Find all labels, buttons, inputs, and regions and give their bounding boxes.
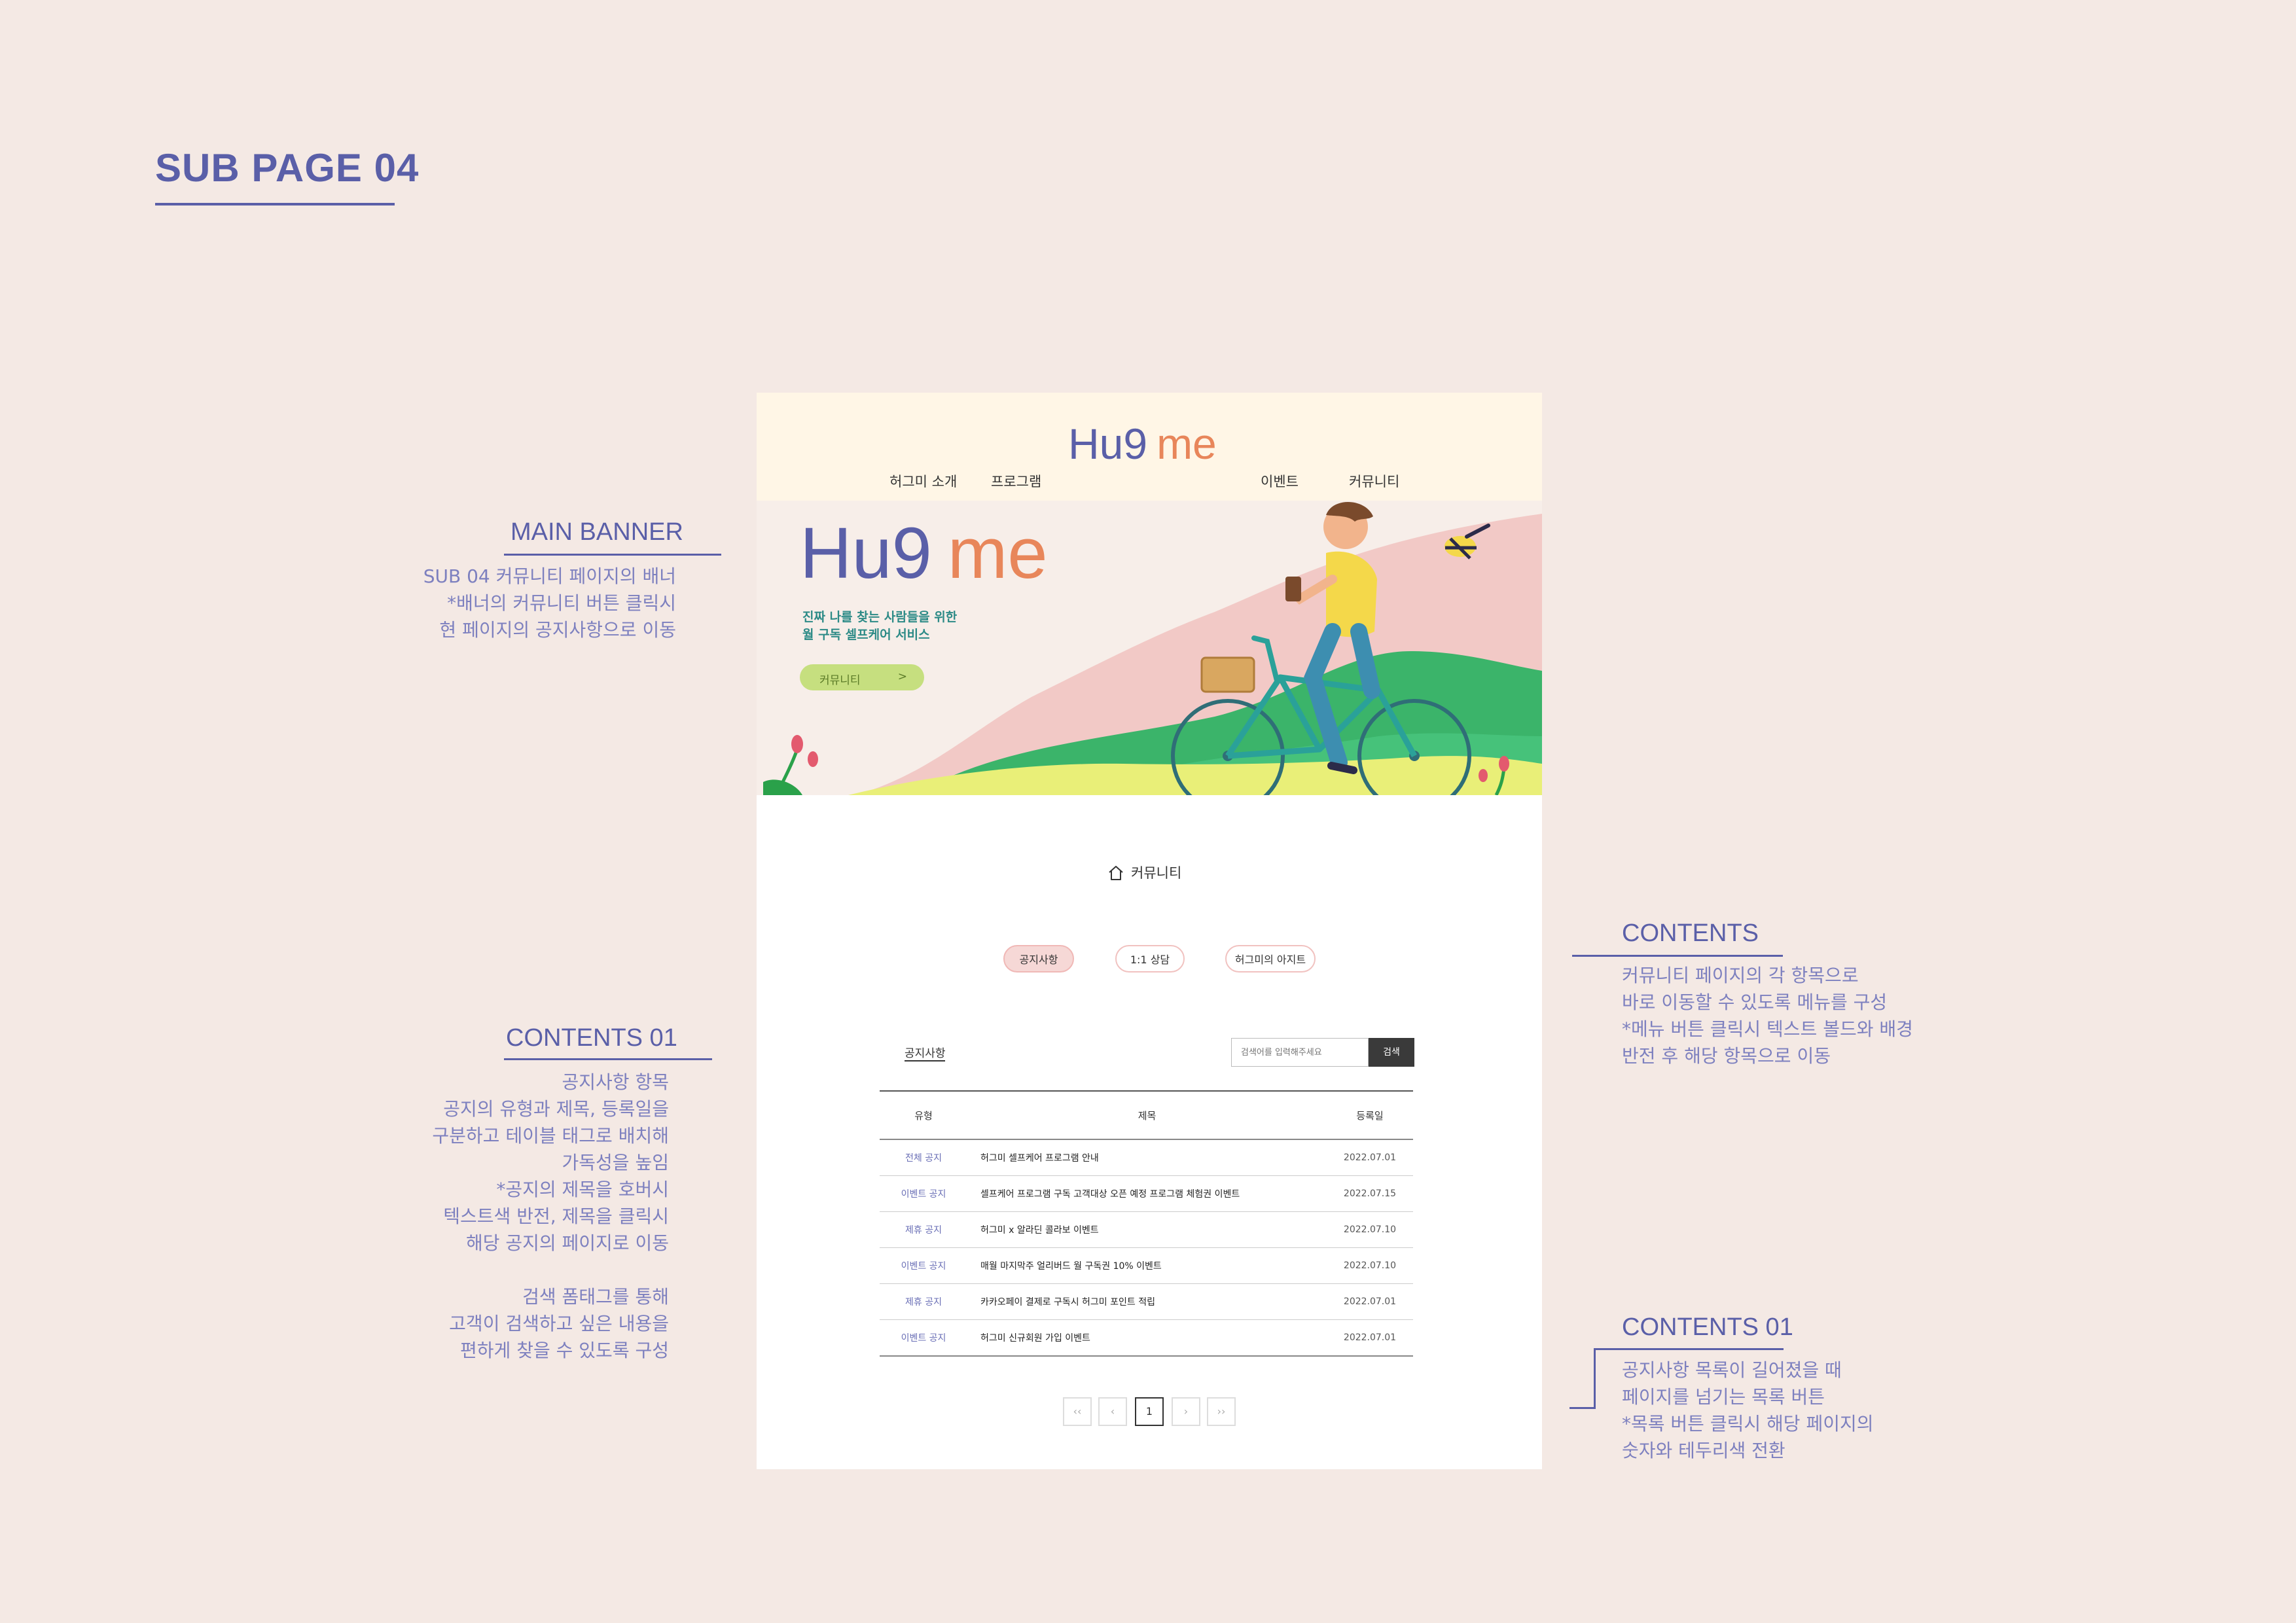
notice-title-link[interactable]: 매월 마지막주 얼리버드 월 구독권 10% 이벤트 [967, 1247, 1327, 1284]
notice-title-link[interactable]: 허그미 x 알라딘 콜라보 이벤트 [967, 1211, 1327, 1248]
table-row[interactable]: 전체 공지 허그미 셀프케어 프로그램 안내 2022.07.01 [880, 1139, 1413, 1176]
website-mockup: Hu9 me 허그미 소개 프로그램 이벤트 커뮤니티 Hu9 me 진짜 나를… [757, 393, 1542, 1469]
breadcrumb: 커뮤니티 [1107, 863, 1181, 882]
notice-title-link[interactable]: 셀프케어 프로그램 구독 고객대상 오픈 예정 프로그램 체험권 이벤트 [967, 1175, 1327, 1212]
notice-type: 전체 공지 [880, 1139, 967, 1176]
site-logo[interactable]: Hu9 me [1068, 418, 1217, 471]
nav-item-event[interactable]: 이벤트 [1261, 471, 1299, 491]
search-input[interactable] [1231, 1038, 1369, 1067]
annotation-line [504, 554, 721, 556]
search-button[interactable]: 검색 [1369, 1038, 1414, 1067]
table-row[interactable]: 이벤트 공지 매월 마지막주 얼리버드 월 구독권 10% 이벤트 2022.0… [880, 1247, 1413, 1284]
nav-item-about[interactable]: 허그미 소개 [889, 471, 957, 491]
pagination-prev-button[interactable]: ‹ [1098, 1397, 1127, 1426]
page-title: SUB PAGE 04 [155, 146, 420, 190]
banner-community-button[interactable]: 커뮤니티 > [800, 664, 924, 690]
annotation-contents-pager-body: 공지사항 목록이 길어졌을 때 페이지를 넘기는 목록 버튼 *목록 버튼 클릭… [1622, 1359, 1874, 1461]
notice-type: 제휴 공지 [880, 1283, 967, 1320]
annotation-line [504, 1058, 712, 1060]
column-header-date: 등록일 [1327, 1090, 1413, 1140]
section-title-underline [905, 1060, 945, 1061]
table-header-row: 유형 제목 등록일 [880, 1090, 1413, 1140]
title-underline [155, 203, 395, 205]
annotation-line [1570, 1407, 1596, 1409]
tab-consult[interactable]: 1:1 상담 [1115, 945, 1185, 972]
annotation-bracket [1594, 1348, 1596, 1409]
annotation-main-banner-title: MAIN BANNER [511, 518, 683, 546]
tab-notice[interactable]: 공지사항 [1003, 945, 1074, 972]
annotation-contents-pager-title: CONTENTS 01 [1622, 1313, 1793, 1341]
tab-agit[interactable]: 허그미의 아지트 [1225, 945, 1316, 972]
notice-type: 이벤트 공지 [880, 1247, 967, 1284]
banner-tagline: 진짜 나를 찾는 사람들을 위한 월 구독 셀프케어 서비스 [802, 610, 958, 642]
notice-title-link[interactable]: 허그미 신규회원 가입 이벤트 [967, 1319, 1327, 1357]
banner-button-label: 커뮤니티 [819, 674, 861, 687]
column-header-type: 유형 [880, 1090, 967, 1140]
notice-title-link[interactable]: 허그미 셀프케어 프로그램 안내 [967, 1139, 1327, 1176]
notice-date: 2022.07.15 [1327, 1175, 1413, 1212]
banner-logo: Hu9 me [800, 513, 1048, 594]
notice-date: 2022.07.01 [1327, 1283, 1413, 1320]
column-header-title: 제목 [967, 1090, 1327, 1140]
annotation-contents-left-body: 공지사항 항목 공지의 유형과 제목, 등록일을 구분하고 테이블 태그로 배치… [432, 1071, 669, 1361]
notice-date: 2022.07.01 [1327, 1139, 1413, 1176]
notice-type: 이벤트 공지 [880, 1319, 967, 1357]
annotation-contents-right-title: CONTENTS [1622, 919, 1759, 947]
main-banner: Hu9 me 진짜 나를 찾는 사람들을 위한 월 구독 셀프케어 서비스 커뮤니… [757, 501, 1542, 795]
site-header: Hu9 me 허그미 소개 프로그램 이벤트 커뮤니티 [757, 393, 1542, 501]
notice-date: 2022.07.10 [1327, 1211, 1413, 1248]
table-row[interactable]: 제휴 공지 카카오페이 결제로 구독시 허그미 포인트 적립 2022.07.0… [880, 1283, 1413, 1320]
notice-date: 2022.07.01 [1327, 1319, 1413, 1357]
pagination-last-button[interactable]: ›› [1207, 1397, 1236, 1426]
table-row[interactable]: 제휴 공지 허그미 x 알라딘 콜라보 이벤트 2022.07.10 [880, 1211, 1413, 1248]
home-icon[interactable] [1107, 865, 1124, 882]
notice-table: 유형 제목 등록일 전체 공지 허그미 셀프케어 프로그램 안내 2022.07… [880, 1090, 1413, 1357]
nav-item-program[interactable]: 프로그램 [991, 471, 1041, 491]
annotation-contents-right-body: 커뮤니티 페이지의 각 항목으로 바로 이동할 수 있도록 메뉴를 구성 *메뉴… [1622, 965, 1913, 1067]
section-title: 공지사항 [905, 1047, 946, 1060]
annotation-line [1594, 1348, 1784, 1350]
annotation-line [1572, 955, 1783, 957]
notice-type: 제휴 공지 [880, 1211, 967, 1248]
nav-item-community[interactable]: 커뮤니티 [1349, 471, 1399, 491]
pagination-next-button[interactable]: › [1172, 1397, 1200, 1426]
breadcrumb-current: 커뮤니티 [1131, 865, 1182, 881]
notice-title-link[interactable]: 카카오페이 결제로 구독시 허그미 포인트 적립 [967, 1283, 1327, 1320]
pagination-page-1[interactable]: 1 [1135, 1397, 1164, 1426]
pagination-first-button[interactable]: ‹‹ [1063, 1397, 1092, 1426]
annotation-contents-left-title: CONTENTS 01 [506, 1024, 677, 1052]
annotation-main-banner-body: SUB 04 커뮤니티 페이지의 배너 *배너의 커뮤니티 버튼 클릭시 현 페… [423, 565, 676, 641]
notice-type: 이벤트 공지 [880, 1175, 967, 1212]
table-row[interactable]: 이벤트 공지 허그미 신규회원 가입 이벤트 2022.07.01 [880, 1319, 1413, 1357]
table-row[interactable]: 이벤트 공지 셀프케어 프로그램 구독 고객대상 오픈 예정 프로그램 체험권 … [880, 1175, 1413, 1212]
chevron-right-icon: > [897, 670, 907, 683]
notice-date: 2022.07.10 [1327, 1247, 1413, 1284]
